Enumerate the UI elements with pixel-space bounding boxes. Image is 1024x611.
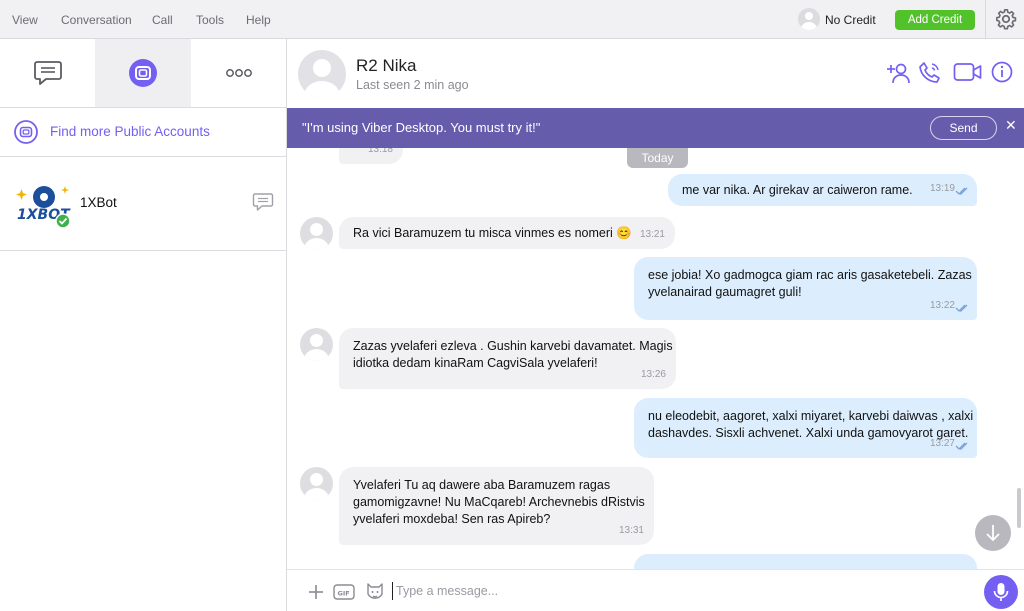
- message-line: idiotka dedam kinaRam CagviSala yvelafer…: [353, 356, 598, 370]
- info-icon[interactable]: [991, 61, 1013, 83]
- message-input[interactable]: [396, 580, 956, 602]
- menu-help[interactable]: Help: [246, 13, 271, 27]
- chat-contact-name[interactable]: R2 Nika: [356, 56, 416, 76]
- double-check-icon: [955, 187, 968, 195]
- more-dots-icon: [226, 69, 252, 77]
- scroll-to-bottom-button[interactable]: [975, 515, 1011, 551]
- message-text: Yvelaferi Tu aq dawere aba Baramuzem rag…: [353, 477, 645, 528]
- message-bubble-incoming[interactable]: Zazas yvelaferi ezleva . Gushin karvebi …: [339, 328, 676, 389]
- menu-conversation[interactable]: Conversation: [61, 13, 132, 27]
- invite-banner: "I'm using Viber Desktop. You must try i…: [287, 108, 1024, 148]
- message-bubble-outgoing[interactable]: nu eleodebit, aagoret, xalxi miyaret, ka…: [634, 398, 977, 458]
- banner-send-button[interactable]: Send: [930, 116, 997, 140]
- avatar[interactable]: [300, 467, 333, 500]
- microphone-icon: [993, 583, 1009, 601]
- tab-chats[interactable]: [0, 39, 95, 107]
- message-time: 13:18: [367, 148, 393, 155]
- sidebar-divider: [0, 250, 287, 251]
- message-bubble-outgoing[interactable]: ese jobia! Xo gadmogca giam rac aris gas…: [634, 257, 977, 320]
- message-bubble-incoming[interactable]: Yvelaferi Tu aq dawere aba Baramuzem rag…: [339, 467, 654, 545]
- phone-call-icon[interactable]: [919, 61, 941, 85]
- gear-icon[interactable]: [995, 8, 1017, 30]
- double-check-icon: [955, 304, 968, 312]
- avatar[interactable]: [300, 217, 333, 250]
- contact-avatar[interactable]: [298, 50, 346, 98]
- message-line: ese jobia! Xo gadmogca giam rac aris gas…: [648, 268, 972, 282]
- find-public-accounts-link[interactable]: Find more Public Accounts: [0, 108, 287, 155]
- message-line: nu eleodebit, aagoret, xalxi miyaret, ka…: [648, 409, 974, 423]
- scrollbar[interactable]: [1017, 488, 1021, 528]
- text-caret: [392, 582, 393, 600]
- message-time: 13:27: [929, 438, 955, 449]
- message-line: yvelanairad gaumagret guli!: [648, 285, 802, 299]
- menu-divider: [985, 0, 986, 39]
- credit-status: No Credit: [825, 13, 876, 27]
- contact-name: 1XBot: [80, 195, 117, 210]
- message-bubble-incoming[interactable]: Ra vici Baramuzem tu misca vinmes es nom…: [339, 217, 675, 249]
- chat-bubble-icon: [33, 61, 62, 85]
- message-line: dashavdes. Sisxli achvenet. Xalxi unda g…: [648, 426, 969, 440]
- message-bubble-incoming[interactable]: 13:18: [339, 148, 403, 164]
- message-line: Yvelaferi Tu aq dawere aba Baramuzem rag…: [353, 478, 611, 492]
- message-line: Zazas yvelaferi ezleva . Gushin karvebi …: [353, 339, 673, 353]
- message-line: yvelaferi moxdeba! Sen ras Apireb?: [353, 512, 551, 526]
- message-time: 13:22: [929, 300, 955, 311]
- message-composer: GIF: [287, 569, 1024, 611]
- svg-text:GIF: GIF: [338, 590, 350, 598]
- account-avatar[interactable]: [798, 8, 820, 30]
- date-separator: Today: [627, 148, 688, 168]
- sidebar: Find more Public Accounts 1XBOT 1XBot: [0, 39, 287, 611]
- menu-bar: View Conversation Call Tools Help No Cre…: [0, 0, 1024, 39]
- last-seen-status: Last seen 2 min ago: [356, 78, 469, 92]
- find-public-accounts-label: Find more Public Accounts: [50, 124, 210, 139]
- double-check-icon: [955, 442, 968, 450]
- add-credit-button[interactable]: Add Credit: [895, 10, 975, 30]
- message-text: Ra vici Baramuzem tu misca vinmes es nom…: [353, 226, 632, 240]
- banner-message: "I'm using Viber Desktop. You must try i…: [302, 120, 541, 135]
- sticker-icon[interactable]: [364, 581, 386, 603]
- avatar[interactable]: [300, 328, 333, 361]
- chat-header: R2 Nika Last seen 2 min ago: [287, 39, 1024, 108]
- tab-public-accounts[interactable]: [95, 39, 191, 107]
- message-time: 13:31: [618, 525, 644, 536]
- message-line: gamomigzavne! Nu MaCqareb! Archevnebis d…: [353, 495, 645, 509]
- video-call-icon[interactable]: [953, 61, 983, 83]
- message-time: 13:26: [640, 369, 666, 380]
- message-list: 13:18 Today me var nika. Ar girekav ar c…: [287, 148, 1024, 569]
- message-time: 13:19: [929, 183, 955, 194]
- message-time: 13:21: [639, 229, 665, 240]
- menu-tools[interactable]: Tools: [196, 13, 224, 27]
- menu-view[interactable]: View: [12, 13, 38, 27]
- close-icon[interactable]: ✕: [1005, 117, 1017, 134]
- add-participant-icon[interactable]: [887, 61, 911, 85]
- message-text: me var nika. Ar girekav ar caiweron rame…: [682, 183, 913, 197]
- public-accounts-icon: [129, 59, 157, 87]
- public-accounts-icon: [14, 120, 38, 144]
- message-bubble-outgoing[interactable]: me var nika. Ar girekav ar caiweron rame…: [668, 174, 977, 206]
- voice-message-button[interactable]: [984, 575, 1018, 609]
- arrow-down-icon: [986, 525, 1000, 542]
- menu-call[interactable]: Call: [152, 13, 173, 27]
- message-text: nu eleodebit, aagoret, xalxi miyaret, ka…: [648, 408, 973, 442]
- plus-icon[interactable]: [307, 583, 325, 601]
- 1xbot-logo: 1XBOT: [16, 186, 71, 229]
- tab-more[interactable]: [191, 39, 287, 107]
- gif-icon[interactable]: GIF: [333, 582, 355, 602]
- message-text: ese jobia! Xo gadmogca giam rac aris gas…: [648, 267, 972, 301]
- message-text: Zazas yvelaferi ezleva . Gushin karvebi …: [353, 338, 673, 372]
- sidebar-item-1xbot[interactable]: 1XBOT 1XBot: [0, 157, 287, 250]
- chat-bubble-icon[interactable]: [252, 191, 274, 213]
- message-bubble-outgoing[interactable]: [634, 554, 977, 569]
